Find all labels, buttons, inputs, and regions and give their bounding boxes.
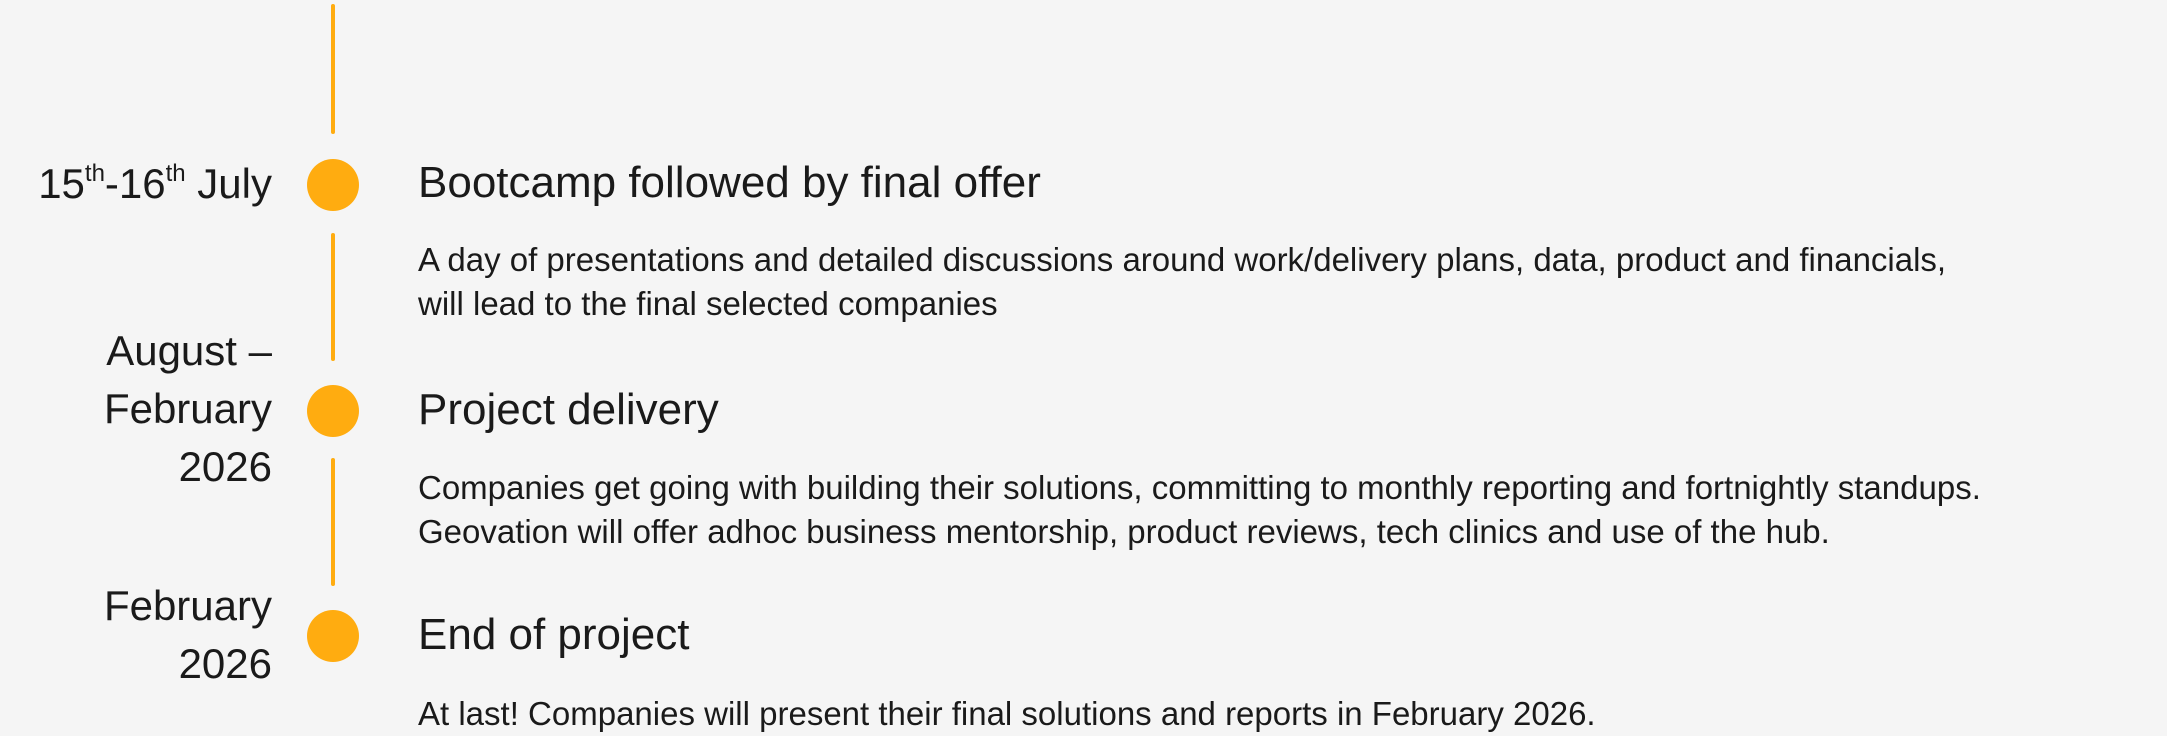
- date-line: 2026: [178, 640, 272, 687]
- event-title-bootcamp: Bootcamp followed by final offer: [418, 158, 1041, 207]
- timeline-connector-2: [331, 458, 335, 586]
- event-description-line: will lead to the final selected companie…: [418, 285, 998, 322]
- date-month: July: [185, 160, 272, 207]
- milestone-dot-bootcamp: [307, 159, 359, 211]
- timeline: 15th-16th July Bootcamp followed by fina…: [0, 0, 2167, 733]
- date-ordinal-end: th: [165, 160, 186, 187]
- timeline-connector-top: [331, 4, 335, 134]
- date-day-end: -16: [104, 160, 166, 207]
- date-line: February: [103, 385, 272, 432]
- event-title-project-delivery: Project delivery: [418, 385, 719, 434]
- event-description-line: Companies get going with building their …: [418, 469, 1981, 506]
- event-description-bootcamp: A day of presentations and detailed disc…: [418, 238, 1946, 326]
- milestone-dot-end-of-project: [307, 610, 359, 662]
- event-description-project-delivery: Companies get going with building their …: [418, 466, 1981, 554]
- date-line: February: [103, 582, 272, 629]
- date-line: August –: [106, 327, 272, 374]
- milestone-dot-project-delivery: [307, 385, 359, 437]
- date-day-start: 15: [38, 160, 85, 207]
- event-description-line: Geovation will offer adhoc business ment…: [418, 513, 1830, 550]
- event-date-project-delivery: August – February 2026: [104, 322, 272, 496]
- event-description-line: At last! Companies will present their fi…: [418, 695, 1596, 732]
- event-description-line: A day of presentations and detailed disc…: [418, 241, 1947, 278]
- date-ordinal-start: th: [84, 160, 105, 187]
- date-line: 2026: [178, 443, 272, 490]
- event-description-end-of-project: At last! Companies will present their fi…: [418, 692, 1596, 736]
- timeline-connector-1: [331, 233, 335, 361]
- event-date-end-of-project: February 2026: [104, 577, 272, 693]
- event-date-bootcamp: 15th-16th July: [38, 155, 272, 213]
- event-title-end-of-project: End of project: [418, 610, 690, 659]
